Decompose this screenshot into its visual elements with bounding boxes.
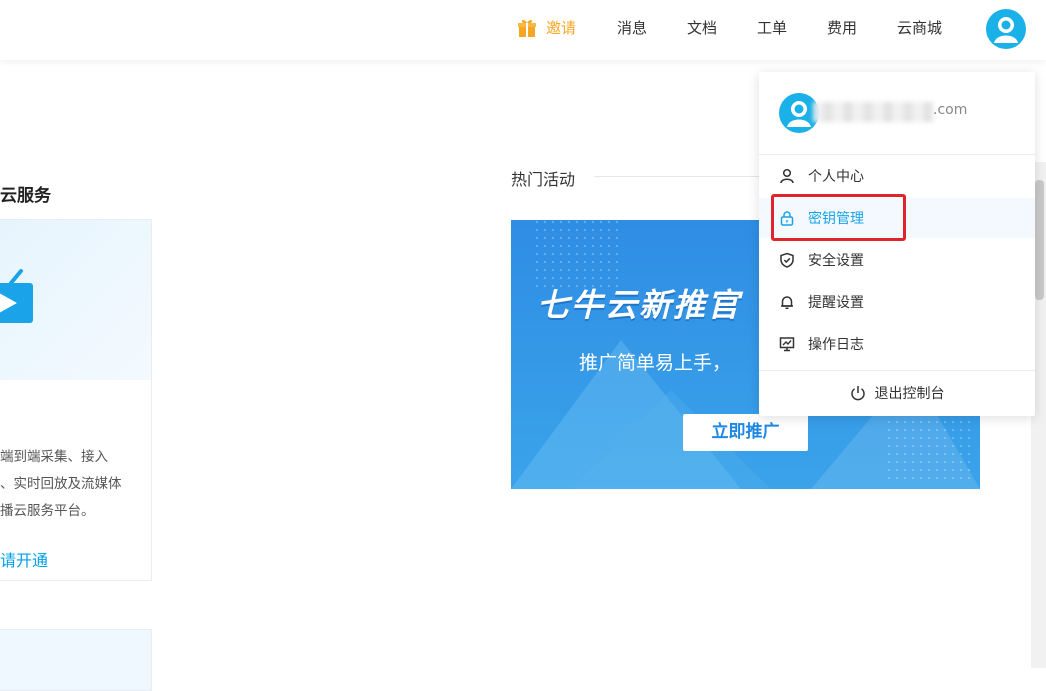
menu-item-operation-log[interactable]: 操作日志	[759, 324, 1035, 364]
user-avatar[interactable]	[986, 9, 1026, 49]
play-tv-icon	[0, 269, 33, 323]
user-icon	[780, 168, 794, 184]
nav-docs[interactable]: 文档	[687, 18, 717, 38]
nav-billing[interactable]: 费用	[827, 18, 857, 38]
product-card-open-link[interactable]: 请开通	[0, 547, 48, 571]
monitor-chart-icon	[779, 337, 795, 352]
dropdown-user-header: .com	[759, 72, 1035, 155]
banner-subtitle: 推广简单易上手，	[579, 352, 732, 374]
highlight-annotation-box	[771, 194, 906, 241]
bell-icon	[781, 296, 793, 310]
nav-messages[interactable]: 消息	[617, 18, 647, 38]
hot-activities-title: 热门活动	[511, 170, 576, 189]
power-icon	[850, 386, 865, 401]
email-suffix: .com	[933, 102, 968, 118]
dropdown-divider	[759, 370, 1035, 371]
gift-icon	[518, 19, 536, 37]
nav-marketplace[interactable]: 云商城	[897, 18, 942, 38]
menu-item-label: 安全设置	[808, 253, 864, 269]
product-card-next	[0, 629, 152, 691]
menu-item-reminder-settings[interactable]: 提醒设置	[759, 282, 1035, 322]
promote-now-button[interactable]: 立即推广	[683, 414, 808, 451]
product-card-title: 云服务	[0, 186, 51, 206]
product-card-desc-line: 、实时回放及流媒体	[0, 476, 122, 492]
email-redacted	[813, 102, 933, 122]
user-dropdown-menu: .com 个人中心 密钥管理 安全设置 提醒设置 操作日志 退出控制台	[759, 72, 1035, 416]
menu-item-label: 操作日志	[808, 337, 864, 353]
logout-label: 退出控制台	[874, 386, 945, 402]
menu-item-label: 个人中心	[808, 169, 864, 185]
scrollbar-thumb[interactable]	[1035, 180, 1044, 300]
menu-item-personal-center[interactable]: 个人中心	[759, 156, 1035, 196]
product-card	[0, 219, 152, 581]
shield-icon	[780, 252, 794, 268]
logout-button[interactable]: 退出控制台	[759, 372, 1035, 414]
nav-invite[interactable]: 邀请	[517, 18, 576, 38]
menu-item-label: 提醒设置	[808, 295, 864, 311]
banner-headline: 七牛云新推官	[537, 286, 742, 324]
top-navigation-bar: 邀请 消息 文档 工单 费用 云商城	[0, 0, 1046, 60]
menu-item-security-settings[interactable]: 安全设置	[759, 240, 1035, 280]
nav-invite-label: 邀请	[546, 19, 577, 37]
product-card-banner	[0, 220, 151, 380]
product-card-desc-line: 播云服务平台。	[0, 503, 95, 519]
product-card-desc-line: 端到端采集、接入	[0, 449, 108, 465]
nav-tickets[interactable]: 工单	[757, 18, 787, 38]
